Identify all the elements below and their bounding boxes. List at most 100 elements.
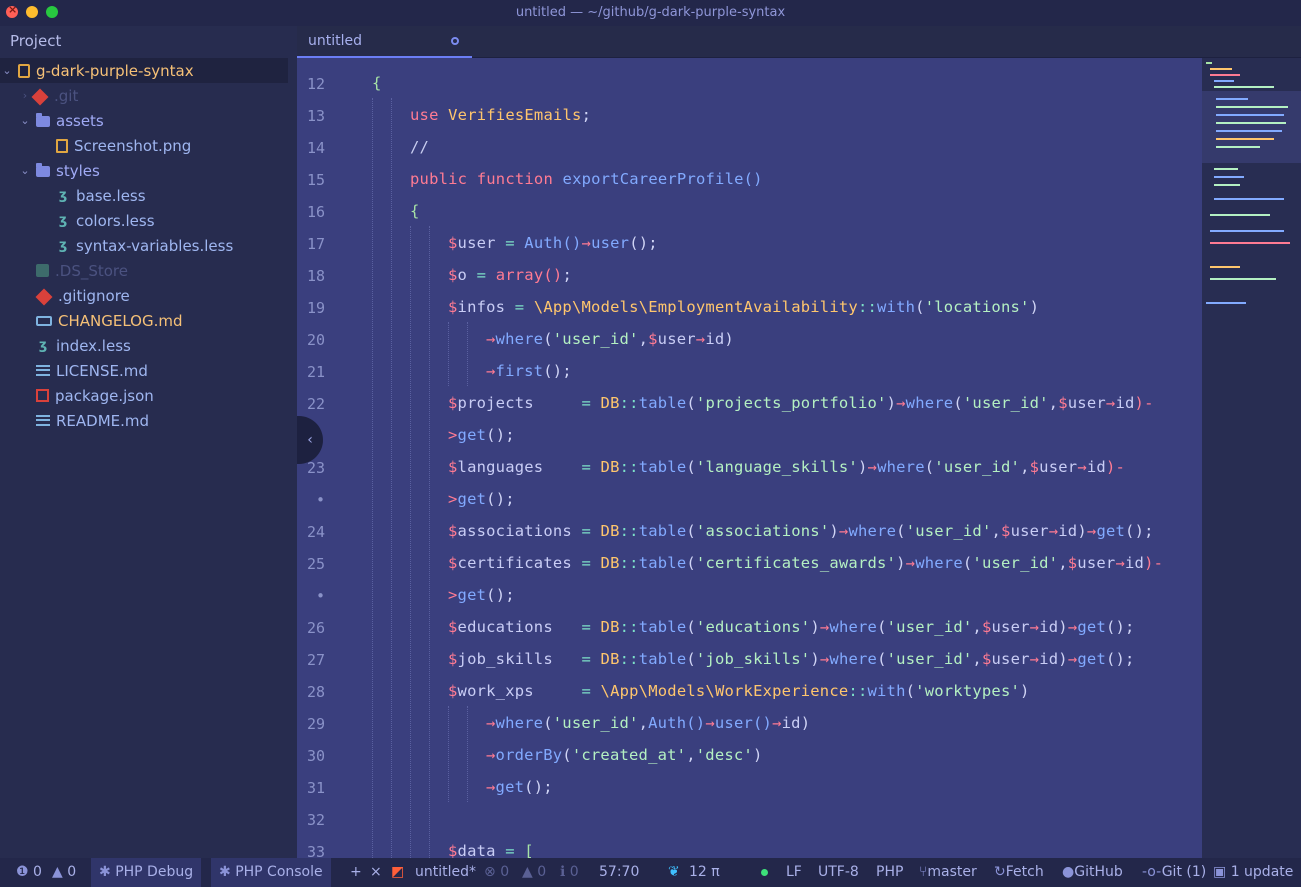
grammar[interactable]: PHP [876,864,903,880]
code-token: $ [448,522,458,540]
tree-item-gitignore[interactable]: .gitignore [35,283,130,308]
code-token: :: [619,458,639,476]
folder-icon [36,113,50,127]
updates-button[interactable]: ▣ 1 update [1213,864,1293,880]
chevron-right-icon[interactable]: › [18,89,32,102]
chevron-down-icon[interactable]: ⌄ [0,64,14,77]
tree-item-syntax-variables[interactable]: ʒ syntax-variables.less [56,233,233,258]
tree-item-changelog[interactable]: CHANGELOG.md [36,308,183,333]
code-token: with [867,682,906,700]
code-token: (); [524,778,553,796]
code-token: :: [619,554,639,572]
code-token: = [581,682,601,700]
fetch-button[interactable]: ↻Fetch [994,864,1044,880]
tree-item-git[interactable]: › .git [18,83,78,108]
code-token: → [695,330,706,348]
close-icon[interactable]: × [370,864,382,880]
minimap-line [1216,130,1282,132]
code-token: exportCareerProfile [562,170,744,188]
cursor-position[interactable]: 57:70 [599,864,639,880]
code-token: $ [1029,458,1040,476]
tree-item-base-less[interactable]: ʒ base.less [56,183,146,208]
git-button[interactable]: -o-Git (1) [1142,864,1206,880]
code-token: ( [686,618,696,636]
code-token: (); [543,362,572,380]
current-file[interactable]: untitled* [415,864,476,880]
code-token: id [1124,554,1145,572]
line-number: 15 [307,171,326,189]
errors-count[interactable]: ❶ 0 [16,864,42,880]
tree-item-styles[interactable]: ⌄ styles [18,158,100,183]
code-editor[interactable]: 12 13 14 15 16 17 18 19 20 21 22 23 • 24… [297,58,1202,858]
indent-guide [467,322,468,386]
minimap-viewport[interactable] [1202,91,1301,163]
code-token: , [638,714,649,732]
tree-item-label: CHANGELOG.md [58,311,183,330]
php-console-button[interactable]: ✱ PHP Console [211,858,331,887]
lint-warnings-value: 0 [537,864,547,880]
line-number: 21 [307,363,326,381]
code-token: table [638,458,687,476]
tree-root-folder[interactable]: ⌄ g-dark-purple-syntax [0,58,288,83]
code-line-wrap: >get(); [448,586,515,604]
code-token: table [638,522,687,540]
encoding[interactable]: UTF-8 [818,864,859,880]
warnings-count[interactable]: ▲ 0 [52,864,76,880]
chevron-down-icon[interactable]: ⌄ [18,164,32,177]
code-token: (); [1125,522,1154,540]
code-token: ( [915,298,925,316]
modified-indicator-icon[interactable] [451,37,459,45]
tree-item-ds-store[interactable]: .DS_Store [36,258,128,283]
code-token: public [410,170,477,188]
tree-item-license[interactable]: LICENSE.md [36,358,148,383]
code-token: data [457,842,496,858]
minimap-line [1214,184,1240,186]
code-token: get [495,778,525,796]
sync-icon: ↻ [994,864,1006,880]
line-number: 28 [307,683,326,701]
chevron-down-icon[interactable]: ⌄ [18,114,32,127]
tree-item-label: styles [56,161,100,180]
github-button[interactable]: ●GitHub [1062,864,1123,880]
php-debug-label: PHP Debug [115,864,194,880]
minimap-line [1214,80,1234,82]
code-token: ) [857,458,868,476]
line-ending[interactable]: LF [786,864,802,880]
code-token: job_skills [457,650,582,668]
code-line: use VerifiesEmails; [410,106,591,124]
tree-item-assets[interactable]: ⌄ assets [18,108,103,133]
code-line: $o = array(); [448,266,572,284]
add-icon[interactable]: + [350,864,362,880]
code-token: \App [600,682,639,700]
tree-item-screenshot[interactable]: Screenshot.png [56,133,191,158]
git-icon [35,288,53,305]
tree-item-colors-less[interactable]: ʒ colors.less [56,208,155,233]
code-token: = [581,522,601,540]
repository-icon [18,63,30,78]
lint-warnings[interactable]: ▲ 0 [522,864,546,880]
code-token: > [448,490,458,508]
code-token: ( [686,458,696,476]
code-token: → [1029,618,1040,636]
tree-item-readme[interactable]: README.md [36,408,149,433]
git-branch[interactable]: ⑂master [919,864,977,880]
lint-errors[interactable]: ⊗ 0 [484,864,509,880]
code-token: → [1067,618,1078,636]
minimap[interactable] [1202,58,1301,858]
tab-untitled[interactable]: untitled [297,26,472,58]
lint-infos[interactable]: ℹ 0 [560,864,579,880]
code-token: id [705,330,725,348]
terminal-icon[interactable]: ◩ [391,864,404,880]
php-debug-button[interactable]: ✱ PHP Debug [91,858,202,887]
code-line: { [372,74,382,92]
code-token: 'user_id' [934,458,1021,476]
code-token: o [457,266,468,284]
selection-count[interactable]: 12 π [689,864,720,880]
code-token: \EmploymentAvailability [638,298,858,316]
code-token: $ [448,618,458,636]
code-token: DB [600,458,620,476]
tree-item-index-less[interactable]: ʒ index.less [36,333,131,358]
tree-item-label: .DS_Store [55,261,128,280]
status-bar: ❶ 0 ▲ 0 ✱ PHP Debug ✱ PHP Console + × ◩ … [0,858,1301,887]
tree-item-package-json[interactable]: package.json [36,383,154,408]
